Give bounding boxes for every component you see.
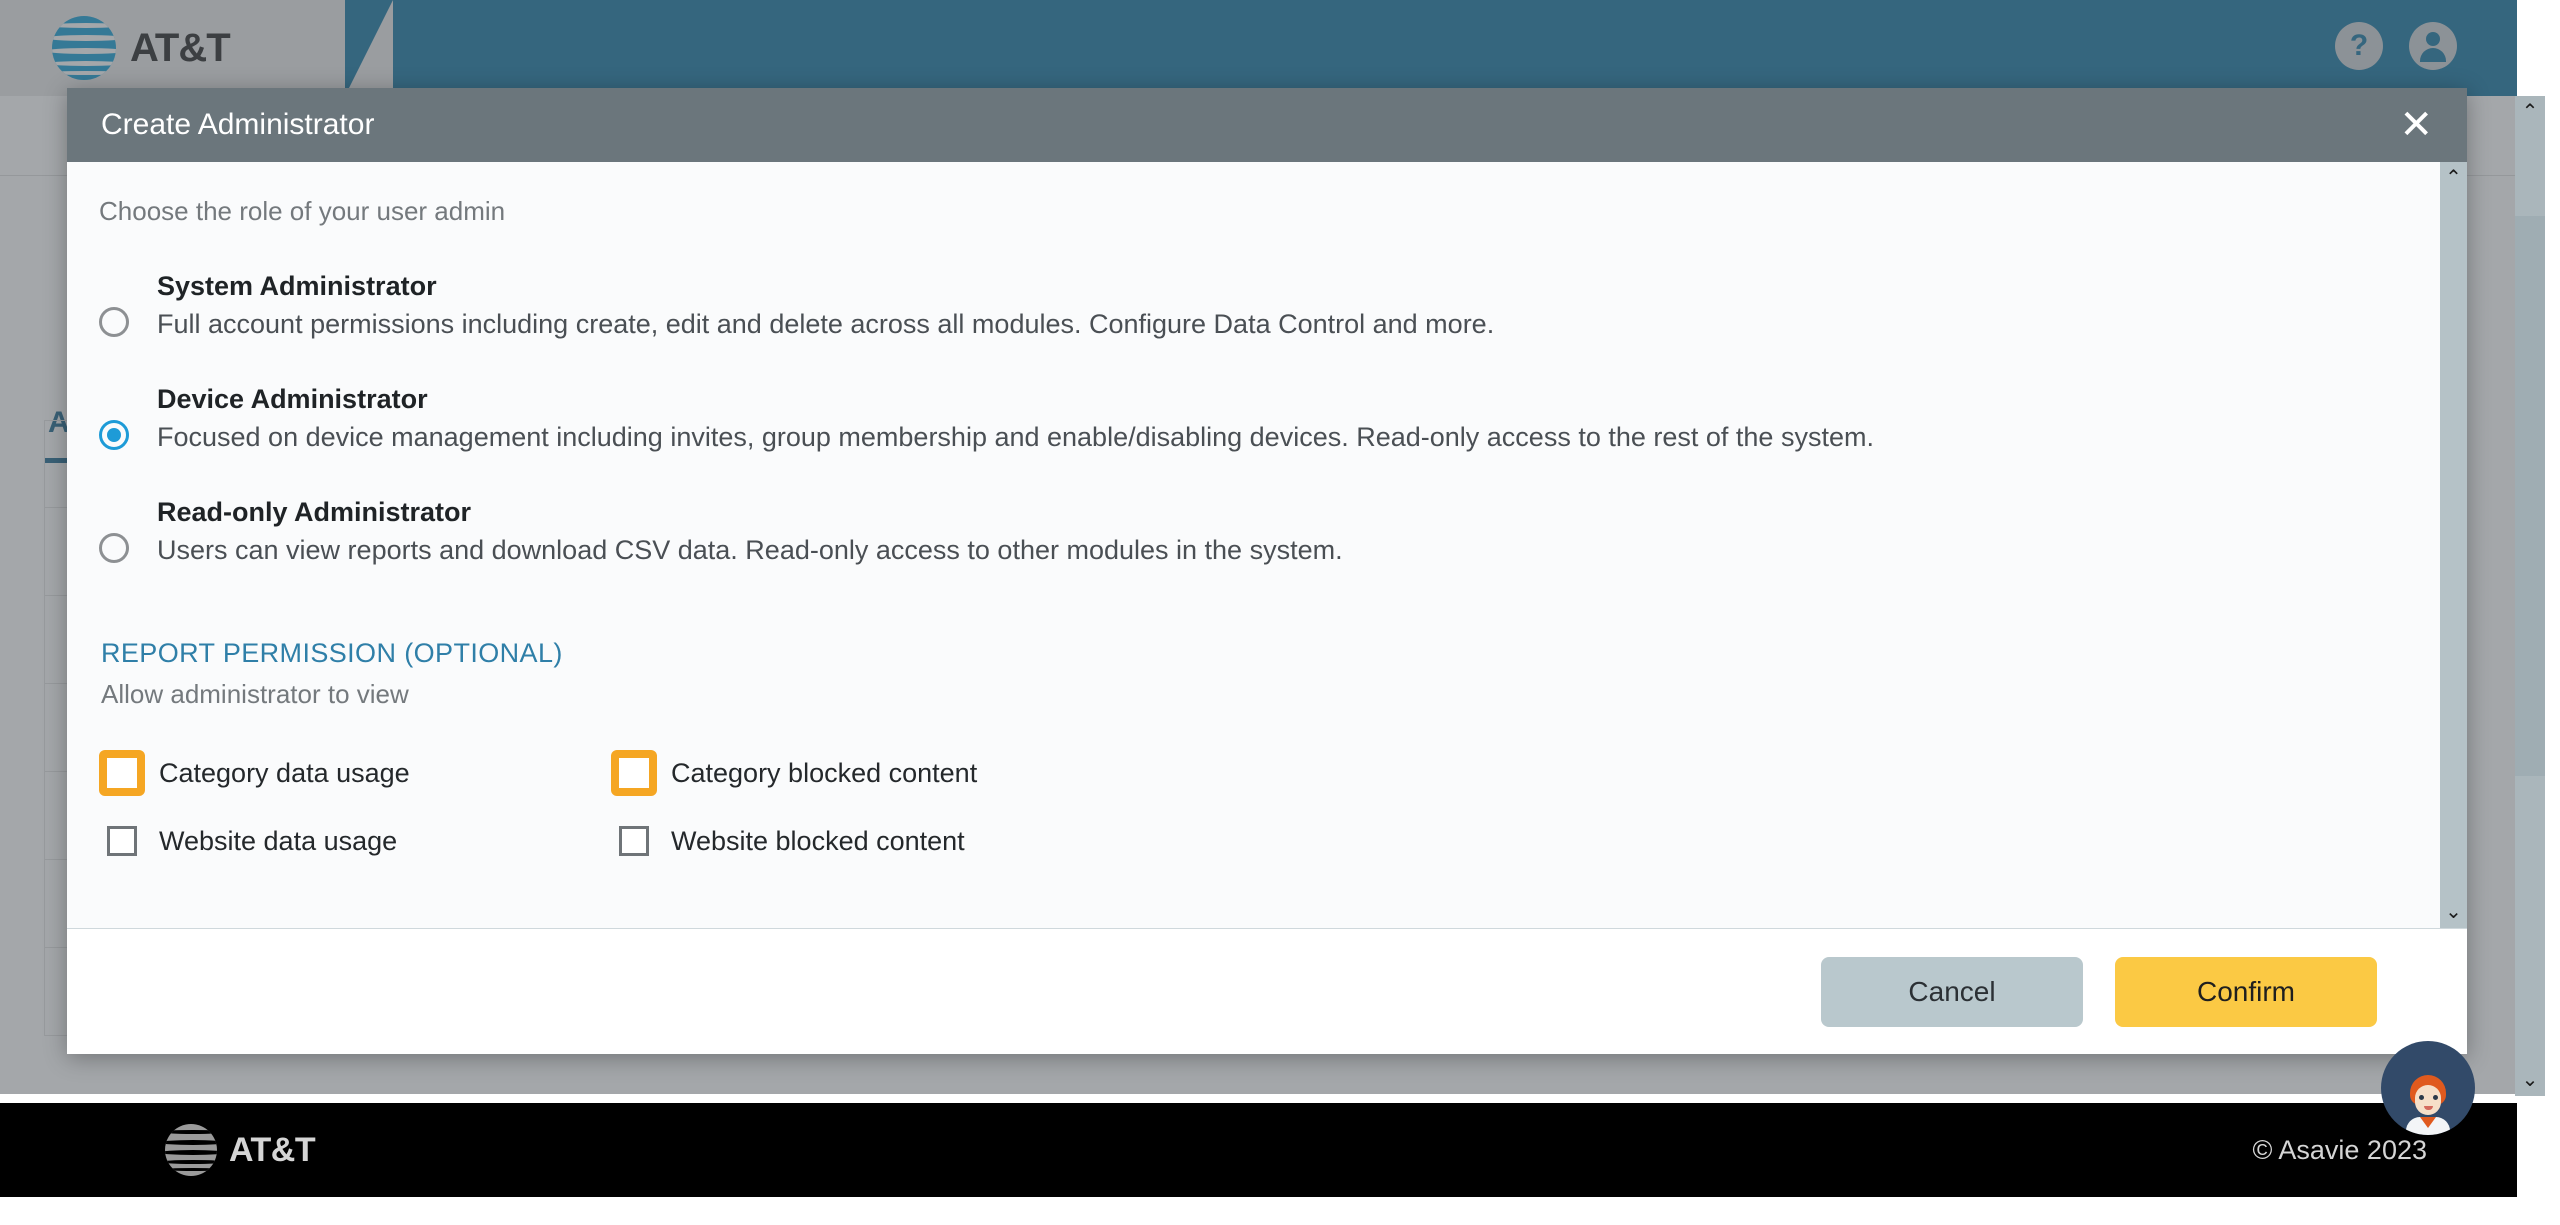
role-description: Full account permissions including creat… bbox=[157, 309, 1495, 339]
scroll-up-icon[interactable]: ⌃ bbox=[2522, 102, 2539, 122]
radio-icon-system-administrator[interactable] bbox=[99, 307, 129, 337]
role-description: Users can view reports and download CSV … bbox=[157, 535, 1343, 565]
footer-logo: AT&T bbox=[165, 1124, 316, 1176]
checkbox-website-blocked-content[interactable]: Website blocked content bbox=[611, 818, 2407, 864]
avatar-eye-left bbox=[2419, 1095, 2424, 1100]
role-option-read-only-administrator[interactable]: Read-only Administrator Users can view r… bbox=[99, 497, 2407, 566]
report-permission-subtitle: Allow administrator to view bbox=[101, 679, 409, 709]
dialog-body-wrapper: Choose the role of your user admin Syste… bbox=[67, 162, 2467, 928]
dialog-body: Choose the role of your user admin Syste… bbox=[67, 162, 2467, 928]
checkbox-label: Website blocked content bbox=[671, 825, 965, 856]
role-option-device-administrator[interactable]: Device Administrator Focused on device m… bbox=[99, 384, 2407, 453]
checkbox-icon[interactable] bbox=[107, 826, 137, 856]
role-title: Read-only Administrator bbox=[157, 497, 472, 527]
cancel-button[interactable]: Cancel bbox=[1821, 956, 2083, 1027]
role-option-text-group: Read-only Administrator Users can view r… bbox=[157, 497, 2407, 566]
checkbox-icon[interactable] bbox=[619, 826, 649, 856]
checkbox-highlight-wrap bbox=[99, 750, 145, 796]
role-description: Focused on device management including i… bbox=[157, 422, 1874, 452]
footer-wordmark: AT&T bbox=[229, 1130, 316, 1169]
dialog-scrollbar-thumb[interactable] bbox=[2440, 196, 2467, 896]
role-option-system-administrator[interactable]: System Administrator Full account permis… bbox=[99, 271, 2407, 340]
radio-icon-device-administrator[interactable] bbox=[99, 420, 129, 450]
avatar-eye-right bbox=[2433, 1095, 2438, 1100]
dialog-scrollbar[interactable]: ⌃ ⌄ bbox=[2440, 162, 2467, 928]
dialog-header: Create Administrator ✕ bbox=[67, 88, 2467, 162]
scroll-down-icon[interactable]: ⌄ bbox=[2445, 902, 2462, 922]
confirm-button[interactable]: Confirm bbox=[2115, 956, 2377, 1027]
role-helper-text: Choose the role of your user admin bbox=[99, 196, 506, 226]
avatar bbox=[2400, 1071, 2456, 1135]
role-option-text-group: Device Administrator Focused on device m… bbox=[157, 384, 2407, 453]
checkbox-category-blocked-content[interactable]: Category blocked content bbox=[611, 750, 2407, 796]
att-globe-footer-icon bbox=[165, 1124, 217, 1176]
scroll-up-icon[interactable]: ⌃ bbox=[2445, 168, 2462, 188]
viewport-bottom-gutter bbox=[0, 1197, 2560, 1225]
page-scrollbar[interactable]: ⌃ ⌄ bbox=[2515, 96, 2545, 1096]
checkbox-highlight-wrap bbox=[611, 750, 657, 796]
report-permission-heading: REPORT PERMISSION (OPTIONAL) bbox=[101, 638, 563, 668]
copyright-text: © Asavie 2023 bbox=[2252, 1134, 2427, 1165]
scroll-down-icon[interactable]: ⌄ bbox=[2522, 1070, 2539, 1090]
create-administrator-dialog: Create Administrator ✕ Choose the role o… bbox=[67, 88, 2467, 1054]
checkbox-label: Category data usage bbox=[159, 757, 410, 788]
checkbox-label: Website data usage bbox=[159, 825, 398, 856]
dialog-footer: Cancel Confirm bbox=[67, 928, 2467, 1054]
checkbox-category-data-usage[interactable]: Category data usage bbox=[99, 750, 611, 796]
support-chat-avatar-button[interactable] bbox=[2381, 1041, 2475, 1135]
checkbox-website-data-usage[interactable]: Website data usage bbox=[99, 818, 611, 864]
page-scrollbar-thumb[interactable] bbox=[2515, 216, 2545, 776]
checkbox-icon[interactable] bbox=[619, 758, 649, 788]
viewport-right-gutter bbox=[2545, 0, 2560, 1225]
close-icon[interactable]: ✕ bbox=[2399, 105, 2433, 145]
report-permission-checkbox-grid: Category data usage Category blocked con… bbox=[99, 750, 2407, 864]
checkbox-highlight-wrap bbox=[611, 818, 657, 864]
dialog-title: Create Administrator bbox=[101, 108, 375, 141]
role-title: Device Administrator bbox=[157, 384, 428, 414]
checkbox-highlight-wrap bbox=[99, 818, 145, 864]
role-title: System Administrator bbox=[157, 271, 437, 301]
page-footer: AT&T © Asavie 2023 bbox=[0, 1103, 2517, 1197]
checkbox-icon[interactable] bbox=[107, 758, 137, 788]
checkbox-label: Category blocked content bbox=[671, 757, 978, 788]
role-option-text-group: System Administrator Full account permis… bbox=[157, 271, 2407, 340]
avatar-face-shape bbox=[2415, 1085, 2441, 1115]
app-root: AT&T ? A bbox=[0, 0, 2560, 1225]
radio-icon-read-only-administrator[interactable] bbox=[99, 533, 129, 563]
